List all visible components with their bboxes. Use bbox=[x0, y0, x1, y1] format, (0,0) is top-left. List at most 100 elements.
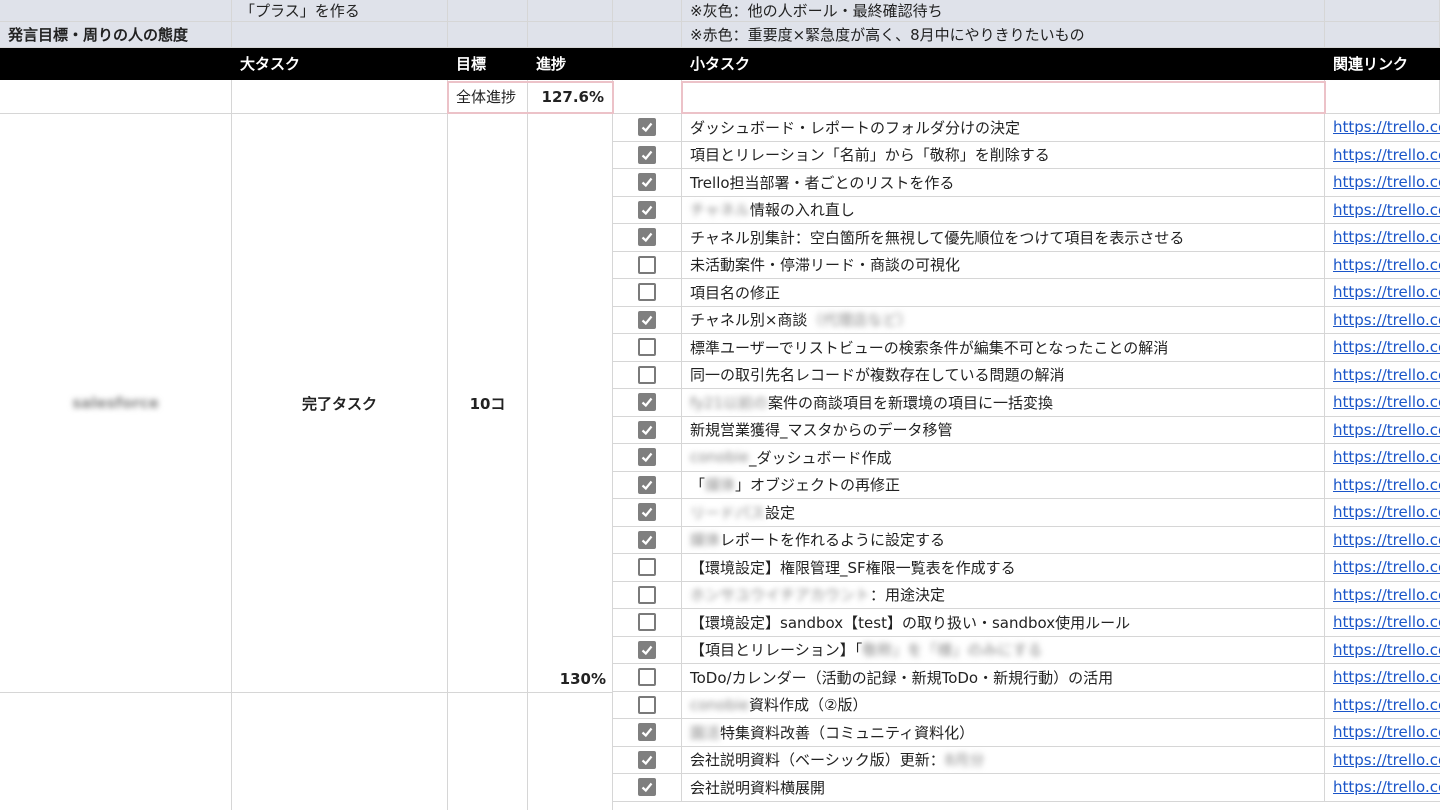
checkbox-cell[interactable] bbox=[613, 141, 682, 169]
trello-link[interactable]: https://trello.co bbox=[1333, 558, 1440, 576]
small-task-cell[interactable]: 項目とリレーション「名前」から「敬称」を削除する bbox=[682, 141, 1325, 169]
checkbox-cell[interactable] bbox=[613, 746, 682, 774]
checkbox-cell[interactable] bbox=[613, 609, 682, 637]
small-task-cell[interactable]: 会社説明資料横展開 bbox=[682, 774, 1325, 802]
small-task-cell[interactable]: conobie 資料作成（②版） bbox=[682, 691, 1325, 719]
checkbox-cell[interactable] bbox=[613, 196, 682, 224]
checkbox-cell[interactable] bbox=[613, 444, 682, 472]
trello-link[interactable]: https://trello.co bbox=[1333, 338, 1440, 356]
cell-g1[interactable] bbox=[1325, 0, 1440, 22]
small-task-cell[interactable]: チャネル別集計：空白箇所を無視して優先順位をつけて項目を表示させる bbox=[682, 224, 1325, 252]
goal-cell[interactable]: 10コ bbox=[448, 114, 528, 693]
small-task-cell[interactable]: 同一の取引先名レコードが複数存在している問題の解消 bbox=[682, 361, 1325, 389]
group-progress-cell[interactable]: 130% bbox=[528, 114, 613, 693]
trello-link[interactable]: https://trello.co bbox=[1333, 586, 1440, 604]
category-cell[interactable]: salesforce bbox=[0, 114, 232, 693]
cell-b1[interactable]: 「プラス」を作る bbox=[232, 0, 448, 22]
trello-link[interactable]: https://trello.co bbox=[1333, 503, 1440, 521]
cell-g4[interactable] bbox=[1325, 80, 1440, 114]
cell-c1[interactable] bbox=[448, 0, 528, 22]
small-task-cell[interactable]: ダッシュボード・レポートのフォルダ分けの決定 bbox=[682, 114, 1325, 142]
small-task-cell[interactable]: 項目名の修正 bbox=[682, 279, 1325, 307]
checkbox-unchecked[interactable] bbox=[638, 255, 656, 274]
checkbox-cell[interactable] bbox=[613, 224, 682, 252]
checkbox-cell[interactable] bbox=[613, 251, 682, 279]
cell-g2[interactable] bbox=[1325, 22, 1440, 48]
legend-red-note[interactable]: ※赤色：重要度×緊急度が高く、8月中にやりきりたいもの bbox=[682, 22, 1325, 48]
trello-link[interactable]: https://trello.co bbox=[1333, 476, 1440, 494]
checkbox-unchecked[interactable] bbox=[638, 585, 656, 604]
trello-link[interactable]: https://trello.co bbox=[1333, 613, 1440, 631]
checkbox-checked[interactable] bbox=[638, 228, 656, 247]
checkbox-cell[interactable] bbox=[613, 636, 682, 664]
checkbox-cell[interactable] bbox=[613, 526, 682, 554]
trello-link[interactable]: https://trello.co bbox=[1333, 366, 1440, 384]
checkbox-cell[interactable] bbox=[613, 719, 682, 747]
small-task-cell[interactable]: 【環境設定】sandbox【test】の取り扱い・sandbox使用ルール bbox=[682, 609, 1325, 637]
trello-link[interactable]: https://trello.co bbox=[1333, 723, 1440, 741]
trello-link[interactable]: https://trello.co bbox=[1333, 531, 1440, 549]
small-task-cell[interactable]: ホンサユウイチアカウント ：用途決定 bbox=[682, 581, 1325, 609]
trello-link[interactable]: https://trello.co bbox=[1333, 393, 1440, 411]
small-task-cell[interactable]: 【環境設定】権限管理_SF権限一覧表を作成する bbox=[682, 554, 1325, 582]
small-task-cell[interactable]: 未活動案件・停滞リード・商談の可視化 bbox=[682, 251, 1325, 279]
header-blank[interactable] bbox=[0, 48, 232, 80]
trello-link[interactable]: https://trello.co bbox=[1333, 311, 1440, 329]
legend-gray-note[interactable]: ※灰色：他の人ボール・最終確認待ち bbox=[682, 0, 1325, 22]
checkbox-checked[interactable] bbox=[638, 503, 656, 522]
checkbox-unchecked[interactable] bbox=[638, 558, 656, 577]
small-task-cell[interactable]: 園活 特集資料改善（コミュニティ資料化） bbox=[682, 719, 1325, 747]
goal-cell-2[interactable] bbox=[448, 693, 528, 810]
small-task-cell[interactable]: Trello担当部署・者ごとのリストを作る bbox=[682, 169, 1325, 197]
checkbox-cell[interactable] bbox=[613, 471, 682, 499]
small-task-cell[interactable]: チャネル 情報の入れ直し bbox=[682, 196, 1325, 224]
checkbox-checked[interactable] bbox=[638, 640, 656, 659]
small-task-cell[interactable]: 新規営業獲得_マスタからのデータ移管 bbox=[682, 416, 1325, 444]
checkbox-cell[interactable] bbox=[613, 499, 682, 527]
checkbox-cell[interactable] bbox=[613, 169, 682, 197]
checkbox-cell[interactable] bbox=[613, 416, 682, 444]
checkbox-unchecked[interactable] bbox=[638, 283, 656, 302]
checkbox-checked[interactable] bbox=[638, 145, 656, 164]
checkbox-cell[interactable] bbox=[613, 554, 682, 582]
small-task-cell[interactable]: 「媒体 」オブジェクトの再修正 bbox=[682, 471, 1325, 499]
checkbox-checked[interactable] bbox=[638, 393, 656, 412]
trello-link[interactable]: https://trello.co bbox=[1333, 228, 1440, 246]
checkbox-cell[interactable] bbox=[613, 334, 682, 362]
cell-d1[interactable] bbox=[528, 0, 613, 22]
trello-link[interactable]: https://trello.co bbox=[1333, 448, 1440, 466]
cell-b2[interactable] bbox=[232, 22, 448, 48]
trello-link[interactable]: https://trello.co bbox=[1333, 641, 1440, 659]
checkbox-checked[interactable] bbox=[638, 475, 656, 494]
trello-link[interactable]: https://trello.co bbox=[1333, 668, 1440, 686]
checkbox-checked[interactable] bbox=[638, 310, 656, 329]
category-cell-2[interactable] bbox=[0, 693, 232, 810]
trello-link[interactable]: https://trello.co bbox=[1333, 256, 1440, 274]
trello-link[interactable]: https://trello.co bbox=[1333, 696, 1440, 714]
header-big-task[interactable]: 大タスク bbox=[232, 48, 448, 80]
trello-link[interactable]: https://trello.co bbox=[1333, 751, 1440, 769]
trello-link[interactable]: https://trello.co bbox=[1333, 778, 1440, 796]
checkbox-cell[interactable] bbox=[613, 361, 682, 389]
header-check[interactable] bbox=[613, 48, 682, 80]
cell-a4[interactable] bbox=[0, 80, 232, 114]
speech-goal-label[interactable]: 発言目標・周りの人の態度 bbox=[0, 22, 232, 48]
checkbox-checked[interactable] bbox=[638, 530, 656, 549]
checkbox-cell[interactable] bbox=[613, 581, 682, 609]
checkbox-cell[interactable] bbox=[613, 306, 682, 334]
small-task-cell[interactable]: 【項目とリレーション】「 敬称」を「様」のみにする bbox=[682, 636, 1325, 664]
checkbox-checked[interactable] bbox=[638, 118, 656, 137]
checkbox-cell[interactable] bbox=[613, 114, 682, 142]
checkbox-checked[interactable] bbox=[638, 723, 656, 742]
small-task-cell[interactable]: ToDo/カレンダー（活動の記録・新規ToDo・新規行動）の活用 bbox=[682, 664, 1325, 692]
cell-b4[interactable] bbox=[232, 80, 448, 114]
checkbox-unchecked[interactable] bbox=[638, 613, 656, 632]
header-small-task[interactable]: 小タスク bbox=[682, 48, 1325, 80]
cell-c2[interactable] bbox=[448, 22, 528, 48]
checkbox-unchecked[interactable] bbox=[638, 695, 656, 714]
trello-link[interactable]: https://trello.co bbox=[1333, 173, 1440, 191]
trello-link[interactable]: https://trello.co bbox=[1333, 201, 1440, 219]
cell-e2[interactable] bbox=[613, 22, 682, 48]
cell-d2[interactable] bbox=[528, 22, 613, 48]
small-task-cell[interactable]: 標準ユーザーでリストビューの検索条件が編集不可となったことの解消 bbox=[682, 334, 1325, 362]
